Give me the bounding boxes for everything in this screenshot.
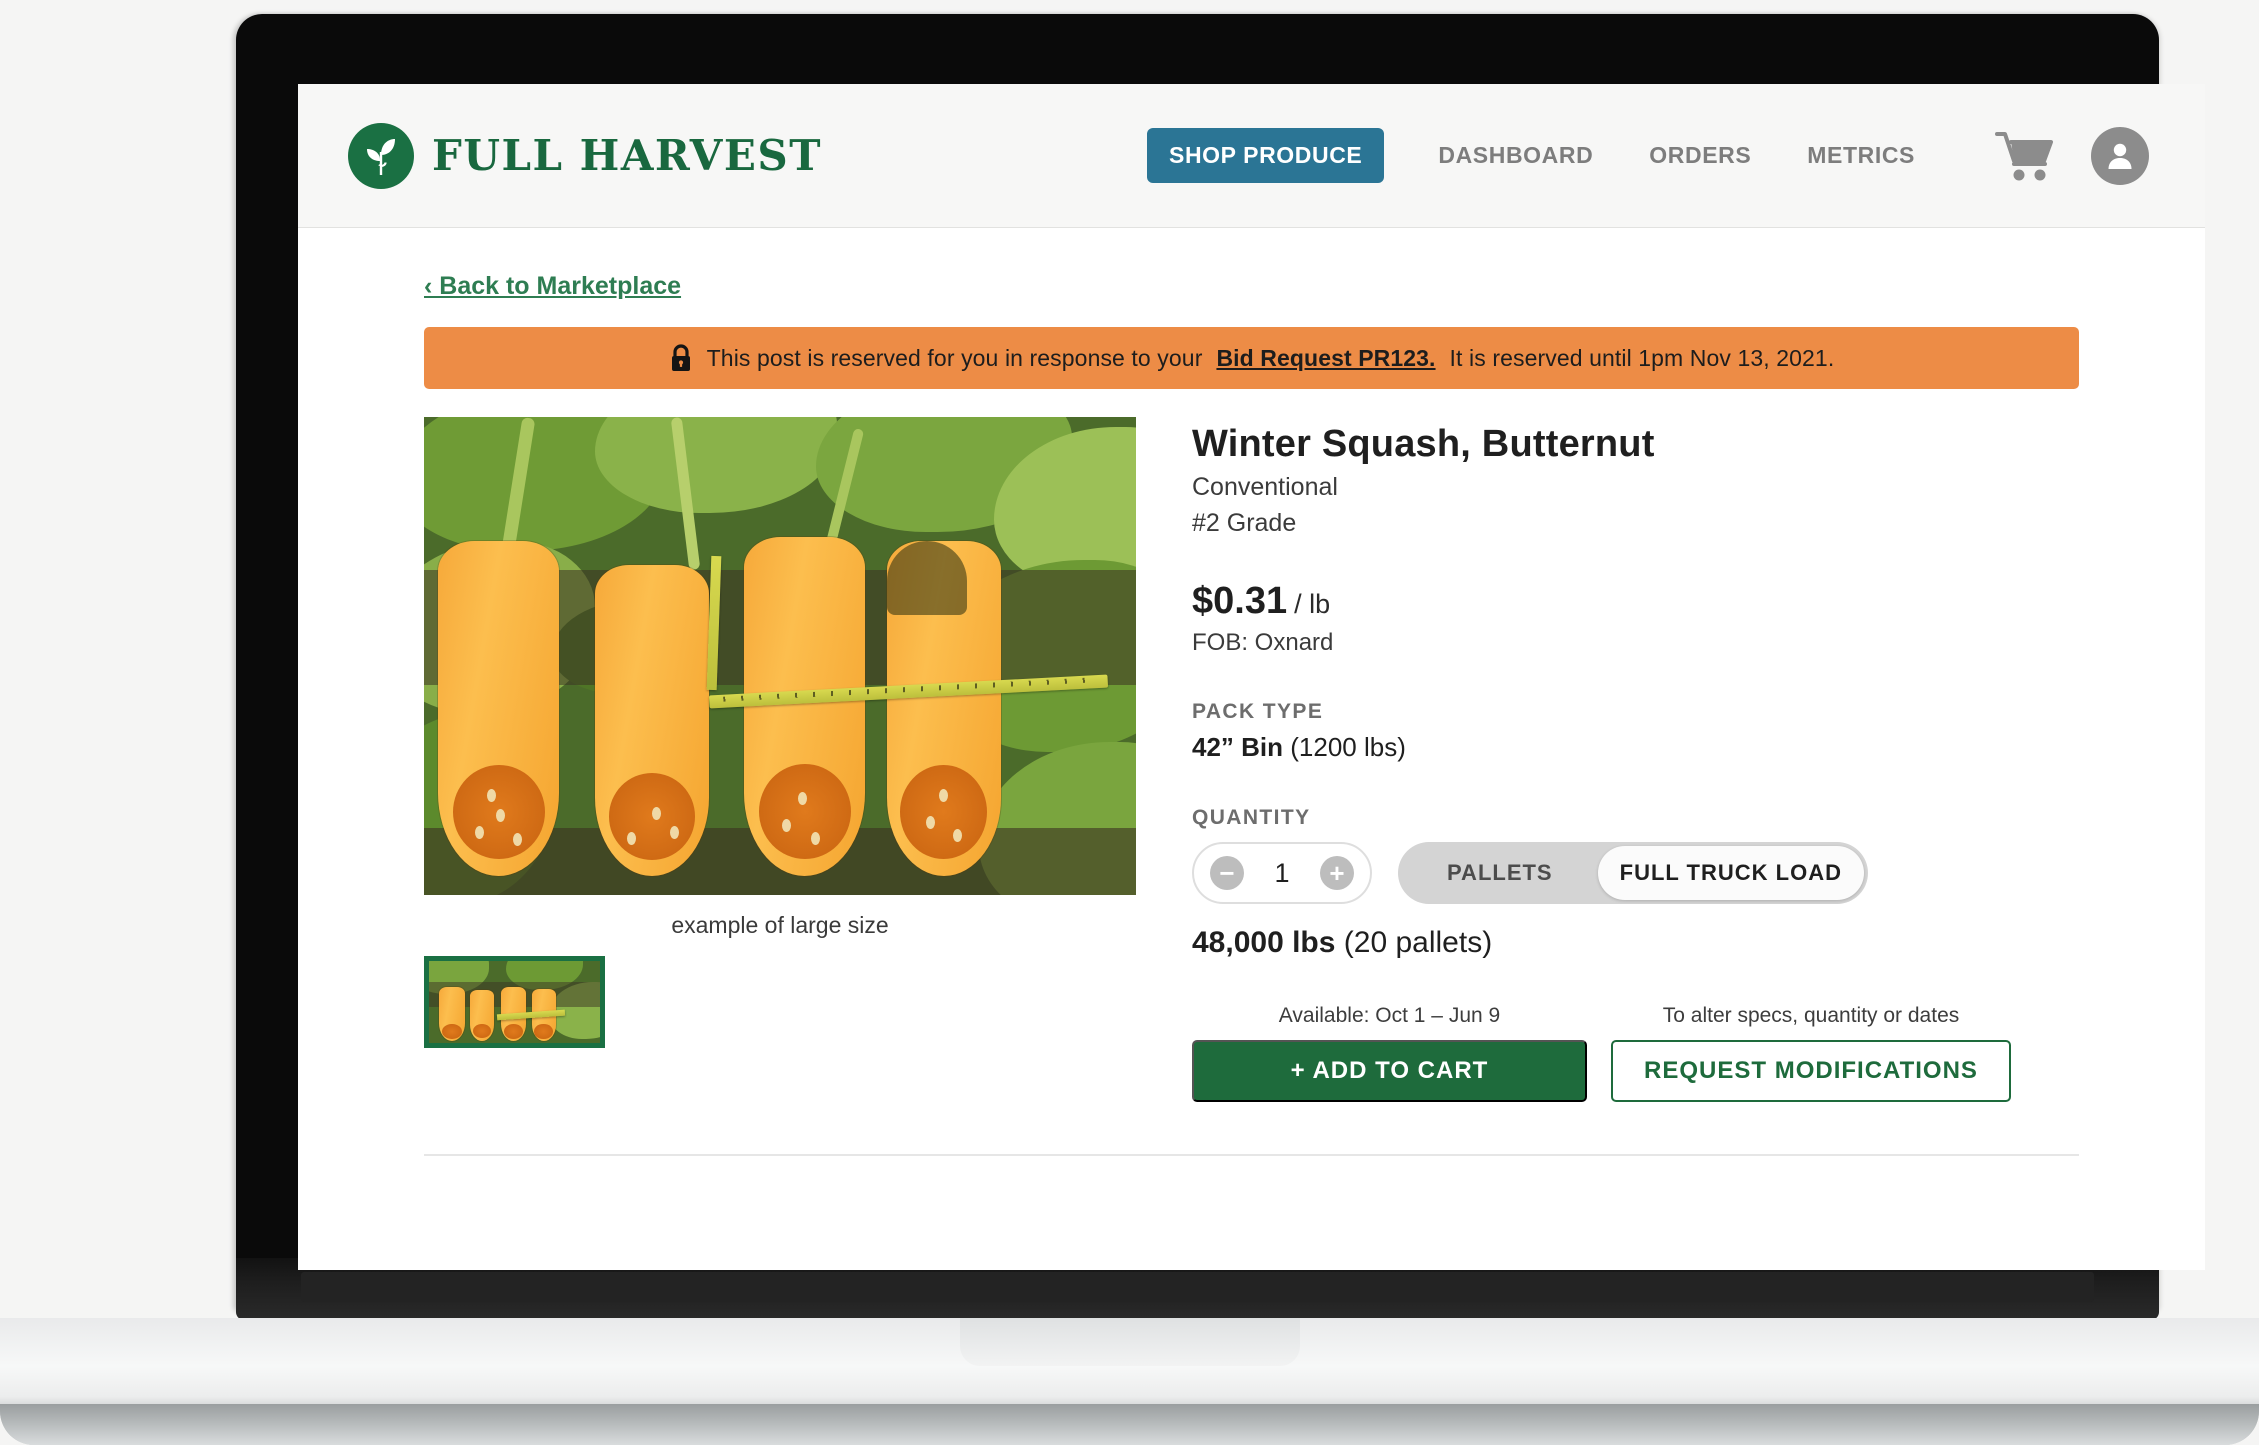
nav-item-metrics[interactable]: METRICS xyxy=(1779,142,1943,169)
product-fob: FOB: Oxnard xyxy=(1192,629,1334,656)
cta-block: Available: Oct 1 – Jun 9 + ADD TO CART T… xyxy=(1192,1004,2205,1102)
squash-field-photo xyxy=(424,417,1136,895)
bid-request-link[interactable]: Bid Request PR123. xyxy=(1216,345,1435,372)
product-title: Winter Squash, Butternut xyxy=(1192,423,1655,465)
add-to-cart-column: Available: Oct 1 – Jun 9 + ADD TO CART xyxy=(1192,1004,1587,1102)
pack-type-weight: (1200 lbs) xyxy=(1290,732,1406,762)
sprout-leaf-icon xyxy=(348,122,414,189)
section-divider xyxy=(424,1154,2079,1156)
quantity-controls: − 1 + PALLETS FULL TRUCK LOAD xyxy=(1192,842,2205,904)
product-price-unit: / lb xyxy=(1294,589,1331,619)
product-detail-layout: example of large size Winter Squash, But… xyxy=(424,417,2205,1102)
total-pallets: (20 pallets) xyxy=(1343,926,1493,959)
shopping-cart-icon[interactable] xyxy=(1995,130,2057,182)
laptop-base-lip xyxy=(0,1404,2259,1445)
product-info-panel: Winter Squash, Butternut Conventional #2… xyxy=(1192,417,2205,1102)
laptop-device-frame: FULL HARVEST SHOP PRODUCE DASHBOARD ORDE… xyxy=(0,0,2259,1445)
brand-logo[interactable]: FULL HARVEST xyxy=(348,122,822,189)
quantity-value: 1 xyxy=(1274,857,1290,888)
unit-toggle-group: PALLETS FULL TRUCK LOAD xyxy=(1398,842,1868,904)
quantity-stepper[interactable]: − 1 + xyxy=(1192,842,1372,904)
toggle-option-full-truck-load[interactable]: FULL TRUCK LOAD xyxy=(1597,846,1864,900)
quantity-label: QUANTITY xyxy=(1192,806,1311,829)
product-hero-image[interactable] xyxy=(424,417,1136,895)
thumbnail-image xyxy=(429,961,600,1043)
brand-name: FULL HARVEST xyxy=(432,131,822,180)
request-modifications-column: To alter specs, quantity or dates REQUES… xyxy=(1611,1004,2011,1102)
request-modifications-button[interactable]: REQUEST MODIFICATIONS xyxy=(1611,1040,2011,1102)
lock-icon xyxy=(669,343,693,373)
plus-circle-icon[interactable]: + xyxy=(1320,856,1354,890)
product-price: $0.31 xyxy=(1192,580,1288,622)
reservation-banner: This post is reserved for you in respons… xyxy=(424,327,2079,389)
page-body: ‹ Back to Marketplace This post is reser… xyxy=(298,228,2205,1156)
quantity-total: 48,000 lbs (20 pallets) xyxy=(1192,926,2205,960)
browser-screen: FULL HARVEST SHOP PRODUCE DASHBOARD ORDE… xyxy=(298,84,2205,1270)
product-gallery: example of large size xyxy=(424,417,1136,1102)
modify-note: To alter specs, quantity or dates xyxy=(1662,1004,1960,1027)
total-weight: 48,000 lbs xyxy=(1192,926,1336,959)
nav-item-dashboard[interactable]: DASHBOARD xyxy=(1410,142,1621,169)
nav-item-shop-produce[interactable]: SHOP PRODUCE xyxy=(1147,128,1385,183)
toggle-option-pallets[interactable]: PALLETS xyxy=(1402,846,1598,900)
site-header: FULL HARVEST SHOP PRODUCE DASHBOARD ORDE… xyxy=(298,84,2205,228)
product-grade: #2 Grade xyxy=(1192,509,1297,537)
header-icon-group xyxy=(1995,126,2149,185)
laptop-base xyxy=(0,1318,2259,1445)
price-row: $0.31 / lb xyxy=(1192,580,2205,623)
availability-note: Available: Oct 1 – Jun 9 xyxy=(1278,1004,1501,1027)
gallery-thumbnail-1[interactable] xyxy=(424,956,605,1048)
image-caption: example of large size xyxy=(671,912,889,938)
pack-type-size: 42” Bin xyxy=(1192,732,1284,762)
back-to-marketplace-link[interactable]: ‹ Back to Marketplace xyxy=(424,272,681,301)
banner-text-after: It is reserved until 1pm Nov 13, 2021. xyxy=(1449,344,1835,371)
nav-item-orders[interactable]: ORDERS xyxy=(1621,142,1779,169)
pack-type-value: 42” Bin (1200 lbs) xyxy=(1192,732,2205,763)
minus-circle-icon[interactable]: − xyxy=(1210,856,1244,890)
pack-type-label: PACK TYPE xyxy=(1192,700,1324,723)
banner-text-before: This post is reserved for you in respons… xyxy=(706,344,1203,371)
add-to-cart-button[interactable]: + ADD TO CART xyxy=(1192,1040,1587,1102)
product-growing-method: Conventional xyxy=(1192,473,1338,501)
user-avatar-icon[interactable] xyxy=(2091,126,2149,185)
main-navigation: SHOP PRODUCE DASHBOARD ORDERS METRICS xyxy=(1147,128,1943,183)
